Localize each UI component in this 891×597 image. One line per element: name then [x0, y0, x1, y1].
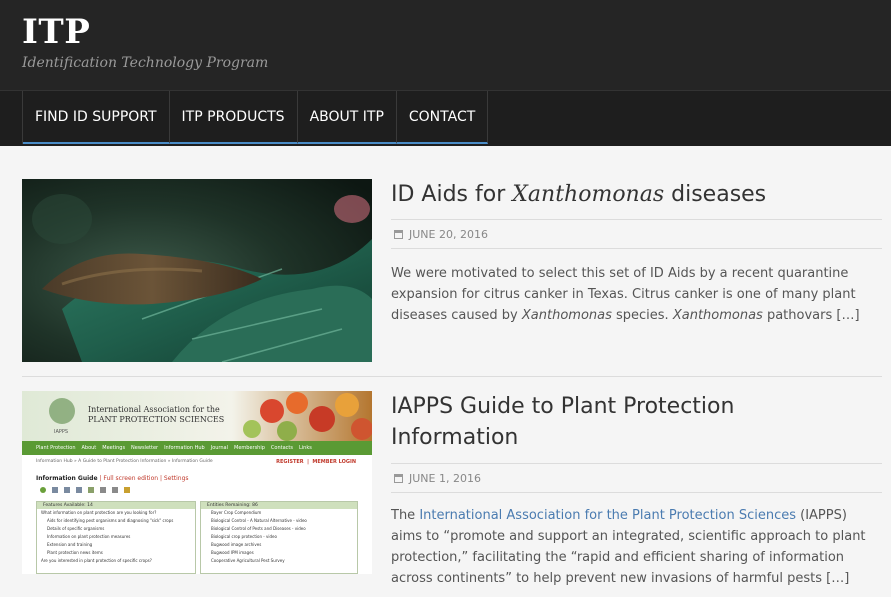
title-text-post[interactable]: diseases	[664, 182, 766, 207]
iapps-link[interactable]: International Association for the Plant …	[419, 508, 796, 523]
thumb-menu-item: Links	[298, 445, 312, 451]
thumb-left-item: Details of specific organisms	[47, 526, 105, 531]
calendar-icon	[394, 473, 403, 483]
thumb-left-item: Plant protection news items	[47, 550, 103, 555]
thumb-banner: International Association for the PLANT …	[22, 391, 372, 441]
title-text-pre[interactable]: ID Aids for	[391, 182, 512, 207]
post-title[interactable]: IAPPS Guide to Plant Protection Informat…	[391, 391, 811, 453]
thumb-menu-item: Journal	[210, 445, 229, 451]
star-icon	[124, 487, 130, 493]
thumb-right-panel: Entities Remaining: 86 Bayer Crop Compen…	[200, 501, 358, 574]
excerpt-text: species.	[611, 308, 673, 323]
post-date[interactable]: JUNE 20, 2016	[409, 228, 488, 241]
post-thumbnail-iapps[interactable]: International Association for the PLANT …	[22, 391, 372, 574]
post-excerpt: We were motivated to select this set of …	[391, 263, 866, 326]
site-description: Identification Technology Program	[22, 55, 269, 71]
thumb-left-item: What information on plant protection are…	[41, 510, 157, 515]
thumb-left-panel: Features Available: 14 What information …	[36, 501, 196, 574]
post-meta: JUNE 1, 2016	[391, 463, 882, 493]
post-excerpt: The International Association for the Pl…	[391, 505, 871, 589]
nav-contact[interactable]: CONTACT	[396, 91, 489, 144]
thumb-right-item: Biological Control of Pests and Diseases…	[211, 526, 306, 531]
thumb-left-item: Are you interested in plant protection o…	[41, 558, 152, 563]
post-date[interactable]: JUNE 1, 2016	[409, 472, 481, 485]
thumb-left-header: Features Available: 14	[37, 502, 195, 509]
post-divider	[22, 376, 882, 377]
thumb-right-item: Bugwood IPM images	[211, 550, 254, 555]
title-text-italic[interactable]: Xanthomonas	[512, 182, 664, 207]
thumb-menu-item: About	[81, 445, 97, 451]
excerpt-text: pathovars […]	[762, 308, 860, 323]
thumb-guide-title: Information Guide	[36, 475, 98, 482]
thumb-left-item: Aids for identifying pest organisms and …	[47, 518, 174, 523]
thumb-toolbar	[40, 487, 130, 493]
nav-about-itp[interactable]: ABOUT ITP	[297, 91, 397, 144]
thumb-right-header: Entities Remaining: 86	[201, 502, 357, 509]
post-thumbnail-leaf[interactable]	[22, 179, 372, 362]
site-header: ITP Identification Technology Program	[0, 0, 891, 90]
tool-icon	[64, 487, 70, 493]
tool-icon	[76, 487, 82, 493]
tool-icon	[100, 487, 106, 493]
thumb-menu-item: Information Hub	[164, 445, 205, 451]
thumb-right-item: Cooperative Agricultural Pest Survey	[211, 558, 285, 563]
thumb-menu-item: Newsletter	[131, 445, 159, 451]
excerpt-italic: Xanthomonas	[672, 308, 763, 323]
tool-icon	[112, 487, 118, 493]
nav-find-id-support[interactable]: FIND ID SUPPORT	[23, 91, 170, 144]
calendar-icon	[394, 229, 403, 239]
thumb-guide-title-row: Information Guide | Full screen edition …	[36, 475, 189, 482]
thumb-right-item: Bugwood image archives	[211, 542, 262, 547]
thumb-menu: Plant Protection About Meetings Newslett…	[22, 441, 372, 455]
main-navigation: FIND ID SUPPORT ITP PRODUCTS ABOUT ITP C…	[0, 90, 891, 146]
excerpt-text: The	[391, 508, 420, 523]
thumb-register: REGISTER | MEMBER LOGIN	[276, 459, 356, 465]
thumb-menu-item: Contacts	[270, 445, 293, 451]
refresh-icon	[40, 487, 46, 493]
thumb-right-item: Biological Control - A Natural Alternati…	[211, 518, 307, 523]
thumb-logo: IAPPS	[54, 429, 69, 435]
thumb-menu-item: Plant Protection	[36, 445, 76, 451]
thumb-menu-item: Meetings	[102, 445, 126, 451]
excerpt-italic: Xanthomonas	[521, 308, 612, 323]
thumb-guide-links: | Full screen edition | Settings	[99, 475, 189, 482]
thumb-header-text: International Association for the PLANT …	[88, 405, 225, 424]
thumb-left-item: Information on plant protection measures	[47, 534, 131, 539]
site-title[interactable]: ITP	[22, 12, 90, 52]
tool-icon	[52, 487, 58, 493]
tool-icon	[88, 487, 94, 493]
thumb-right-item: Biological crop protection - video	[211, 534, 277, 539]
thumb-breadcrumb: Information Hub » A Guide to Plant Prote…	[36, 459, 213, 464]
thumb-left-item: Extension and training	[47, 542, 93, 547]
post-title[interactable]: ID Aids for Xanthomonas diseases	[391, 179, 766, 210]
post-meta: JUNE 20, 2016	[391, 219, 882, 249]
thumb-right-item: Bayer Crop Compendium	[211, 510, 262, 515]
thumb-menu-item: Membership	[234, 445, 265, 451]
nav-itp-products[interactable]: ITP PRODUCTS	[169, 91, 298, 144]
